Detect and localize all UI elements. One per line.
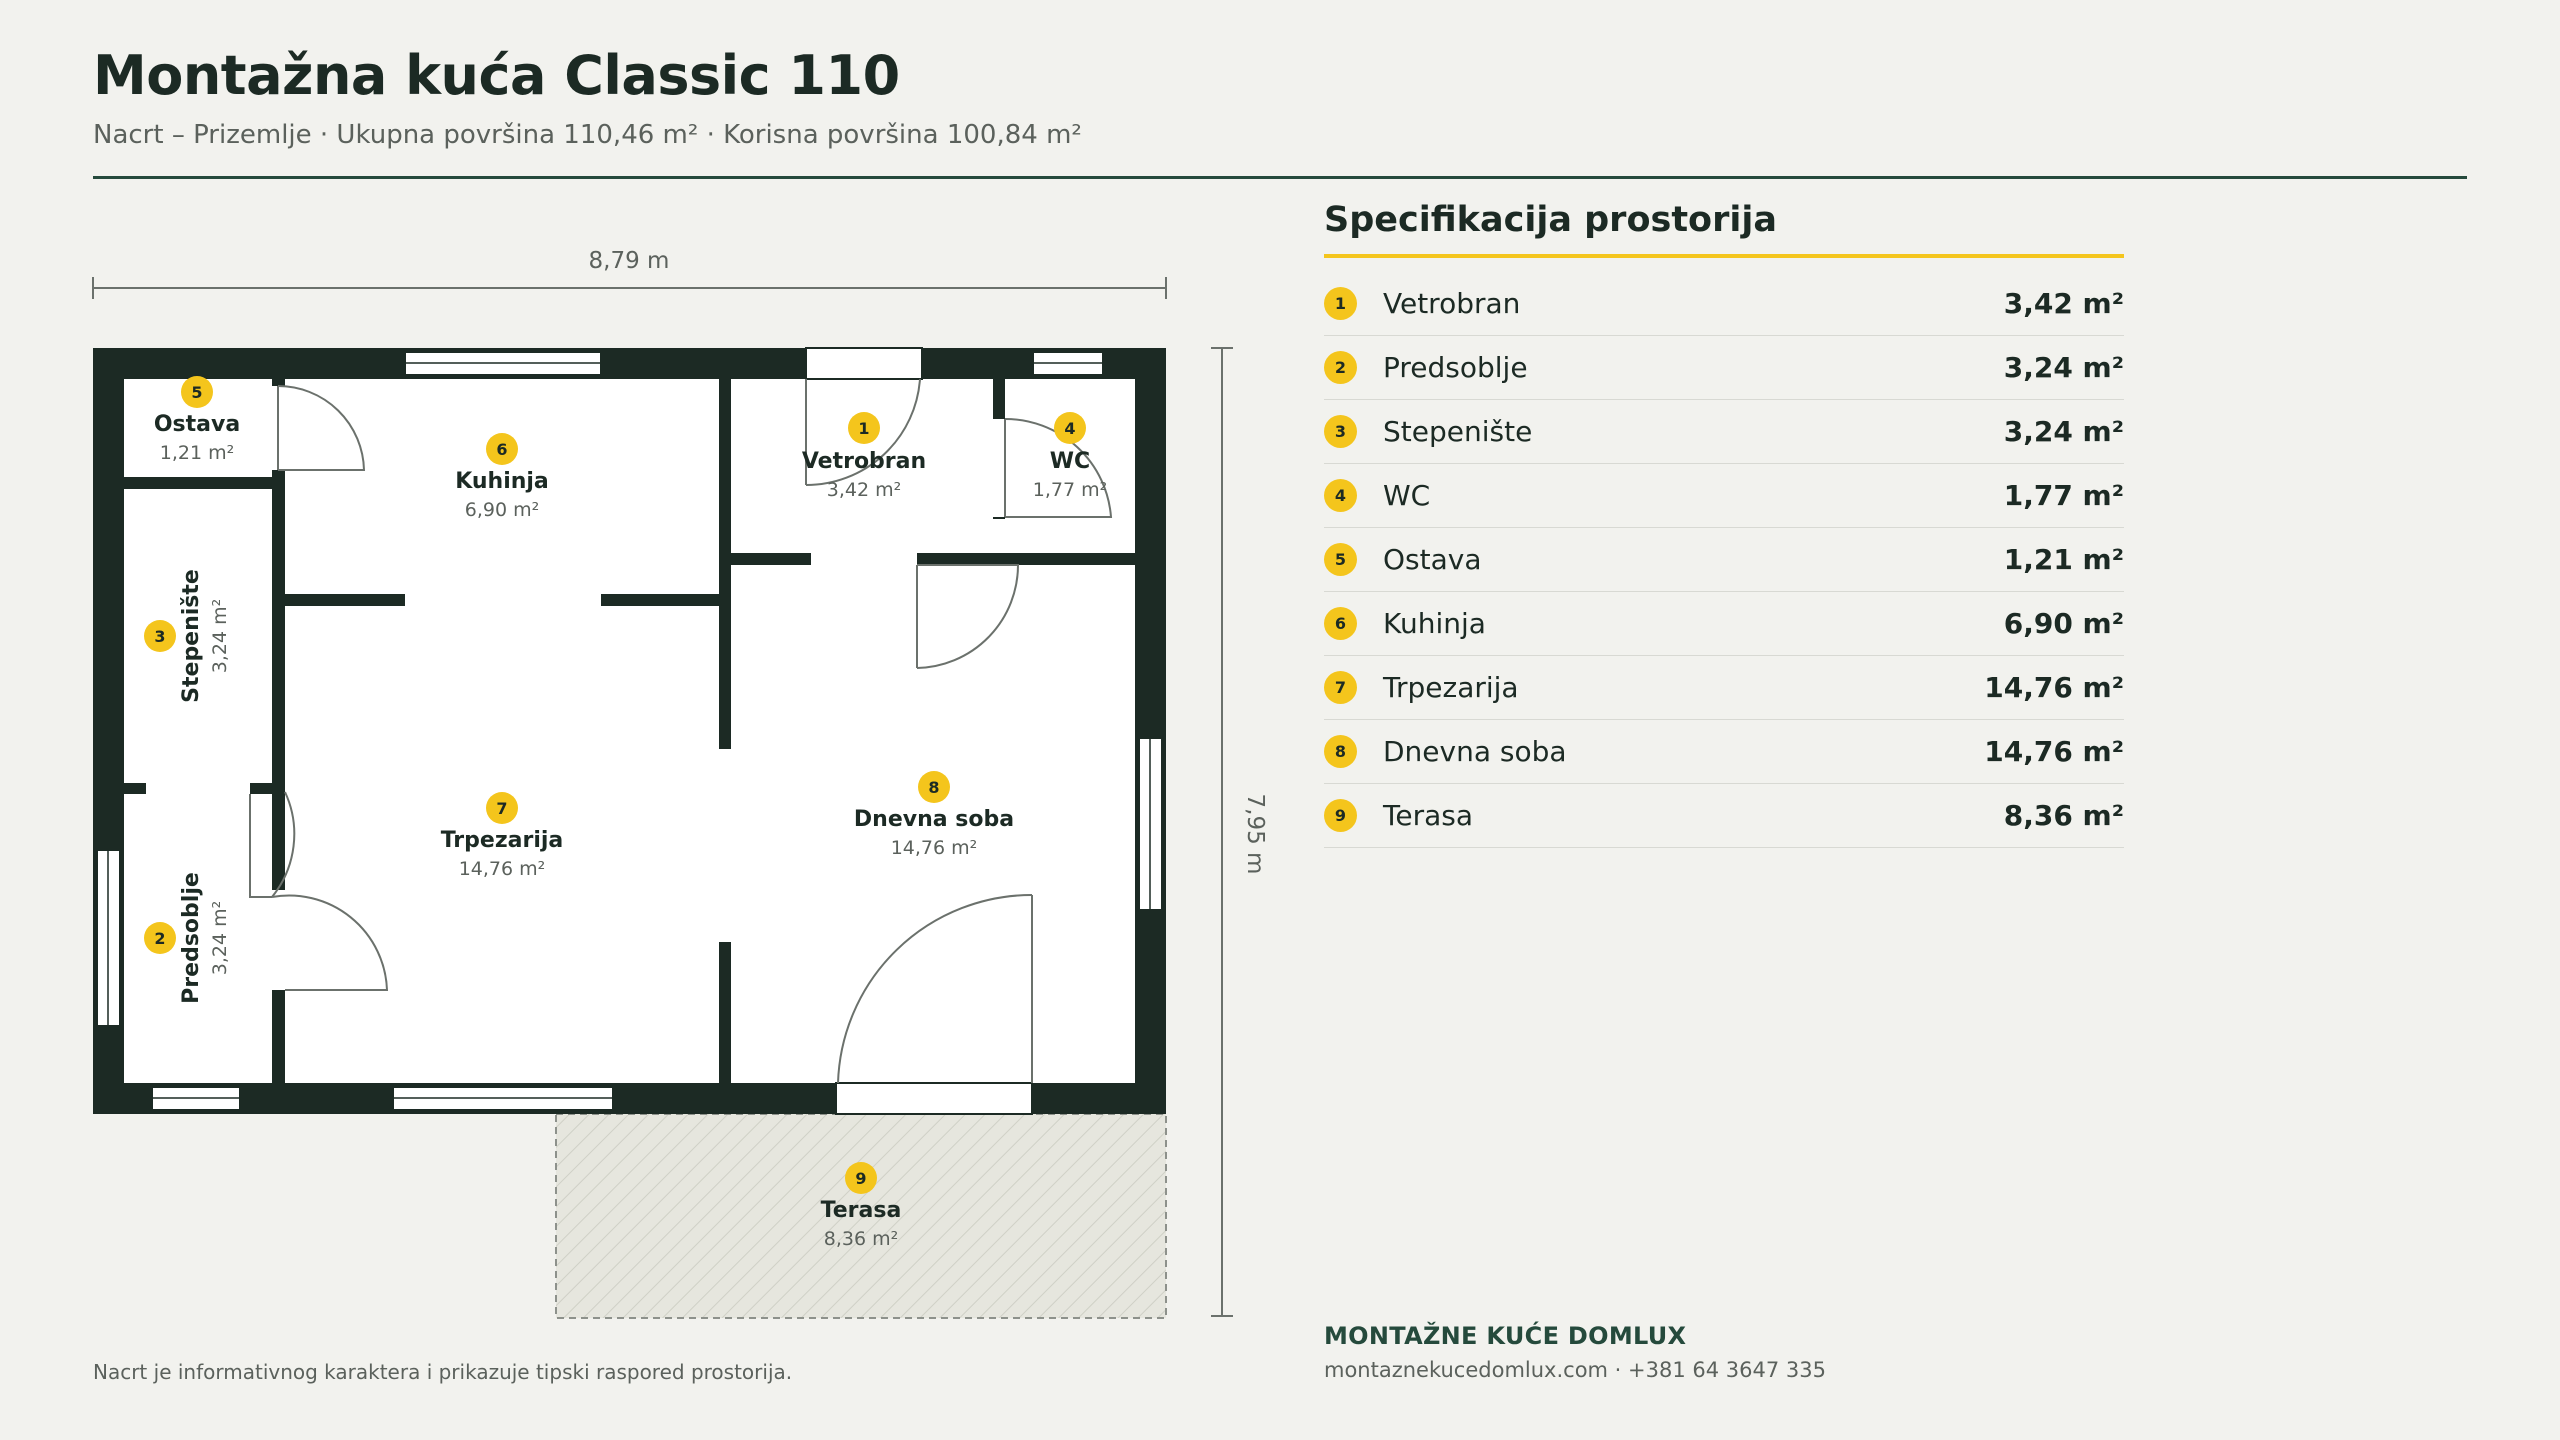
- room-badge-terasa: 9: [845, 1162, 877, 1194]
- room-area: 1,21 m²: [160, 442, 234, 464]
- room-area: 6,90 m²: [465, 499, 539, 521]
- spec-badge: 6: [1324, 607, 1357, 640]
- room-badge-number: 8: [928, 778, 939, 797]
- footnote: Nacrt je informativnog karaktera i prika…: [93, 1360, 793, 1384]
- room-badge-number: 9: [855, 1169, 866, 1188]
- spec-room-name: Terasa: [1383, 799, 1473, 832]
- room-name: Predsoblje: [179, 872, 204, 1004]
- spec-room-area: 1,21 m²: [2003, 543, 2124, 576]
- room-area: 3,24 m²: [209, 901, 231, 975]
- brand-name: MONTAŽNE KUĆE DOMLUX: [1324, 1322, 1687, 1350]
- spec-badge: 7: [1324, 671, 1357, 704]
- room-badge-number: 7: [496, 799, 507, 818]
- room-area: 3,42 m²: [827, 479, 901, 501]
- room-area: 14,76 m²: [459, 858, 546, 880]
- spec-room-name: Trpezarija: [1383, 671, 1519, 704]
- spec-room-area: 3,42 m²: [2003, 287, 2124, 320]
- room-badge-ostava: 5: [181, 376, 213, 408]
- room-area: 8,36 m²: [824, 1228, 898, 1250]
- depth-dimension: 7,95 m: [1211, 347, 1268, 1317]
- room-badge-trpezarija: 7: [486, 792, 518, 824]
- room-badge-number: 3: [154, 627, 165, 646]
- room-badge-number: 2: [154, 929, 165, 948]
- room-name: Trpezarija: [441, 828, 564, 853]
- room-name: Terasa: [821, 1198, 902, 1223]
- width-dimension: 8,79 m: [92, 248, 1167, 299]
- spec-room-name: WC: [1383, 479, 1431, 512]
- width-label: 8,79 m: [589, 248, 670, 274]
- spec-badge: 2: [1324, 351, 1357, 384]
- spec-room-area: 8,36 m²: [2003, 799, 2124, 832]
- spec-room-name: Vetrobran: [1383, 287, 1521, 320]
- spec-room-name: Kuhinja: [1383, 607, 1486, 640]
- spec-list: 1 Vetrobran 3,42 m² 2 Predsoblje 3,24 m² 3 Step…: [1324, 272, 2124, 848]
- depth-label: 7,95 m: [1242, 794, 1268, 875]
- spec-badge: 5: [1324, 543, 1357, 576]
- room-area: 1,77 m²: [1033, 479, 1107, 501]
- floor-plan: 8,79 m 7,95 m 1Vetrobran3,42 m²2 Predsob…: [92, 248, 1268, 1319]
- room-badge-number: 1: [858, 419, 869, 438]
- entrance-opening: [805, 347, 923, 380]
- spec-badge: 3: [1324, 415, 1357, 448]
- room-badge-vetrobran: 1: [848, 412, 880, 444]
- room-badge-number: 4: [1064, 419, 1075, 438]
- room-area: 3,24 m²: [209, 599, 231, 673]
- spec-badge: 8: [1324, 735, 1357, 768]
- room-badge-dnevna-soba: 8: [918, 771, 950, 803]
- spec-room-name: Dnevna soba: [1383, 735, 1567, 768]
- terrace-opening: [835, 1082, 1033, 1115]
- spec-room-area: 1,77 m²: [2003, 479, 2124, 512]
- room-badge-number: 5: [191, 383, 202, 402]
- room-name: Ostava: [154, 412, 240, 437]
- room-name: WC: [1050, 449, 1090, 474]
- room-spec-panel: Specifikacija prostorija 1 Vetrobran 3,42 …: [1324, 200, 2124, 848]
- spec-row: 6 Kuhinja 6,90 m²: [1324, 592, 2124, 656]
- spec-room-name: Ostava: [1383, 543, 1482, 576]
- contact-info: montaznekucedomlux.com · +381 64 3647 33…: [1324, 1358, 1826, 1382]
- room-name: Vetrobran: [802, 449, 926, 474]
- room-badge-predsoblje: 2: [144, 922, 176, 954]
- spec-room-area: 6,90 m²: [2003, 607, 2124, 640]
- spec-badge: 1: [1324, 287, 1357, 320]
- room-badge-kuhinja: 6: [486, 433, 518, 465]
- spec-row: 2 Predsoblje 3,24 m²: [1324, 336, 2124, 400]
- spec-row: 1 Vetrobran 3,42 m²: [1324, 272, 2124, 336]
- room-badge-wc: 4: [1054, 412, 1086, 444]
- spec-room-area: 14,76 m²: [1984, 735, 2124, 768]
- spec-room-area: 3,24 m²: [2003, 415, 2124, 448]
- room-name: Kuhinja: [455, 469, 549, 494]
- spec-title: Specifikacija prostorija: [1324, 200, 2124, 258]
- spec-room-name: Stepenište: [1383, 415, 1533, 448]
- spec-row: 7 Trpezarija 14,76 m²: [1324, 656, 2124, 720]
- room-area: 14,76 m²: [891, 837, 978, 859]
- room-name: Stepenište: [179, 569, 204, 703]
- spec-row: 8 Dnevna soba 14,76 m²: [1324, 720, 2124, 784]
- room-badge-stepeniste: 3: [144, 620, 176, 652]
- spec-row: 4 WC 1,77 m²: [1324, 464, 2124, 528]
- spec-row: 3 Stepenište 3,24 m²: [1324, 400, 2124, 464]
- room-name: Dnevna soba: [854, 807, 1014, 832]
- spec-room-name: Predsoblje: [1383, 351, 1528, 384]
- spec-row: 9 Terasa 8,36 m²: [1324, 784, 2124, 848]
- spec-badge: 9: [1324, 799, 1357, 832]
- room-badge-number: 6: [496, 440, 507, 459]
- spec-badge: 4: [1324, 479, 1357, 512]
- spec-room-area: 14,76 m²: [1984, 671, 2124, 704]
- spec-row: 5 Ostava 1,21 m²: [1324, 528, 2124, 592]
- spec-room-area: 3,24 m²: [2003, 351, 2124, 384]
